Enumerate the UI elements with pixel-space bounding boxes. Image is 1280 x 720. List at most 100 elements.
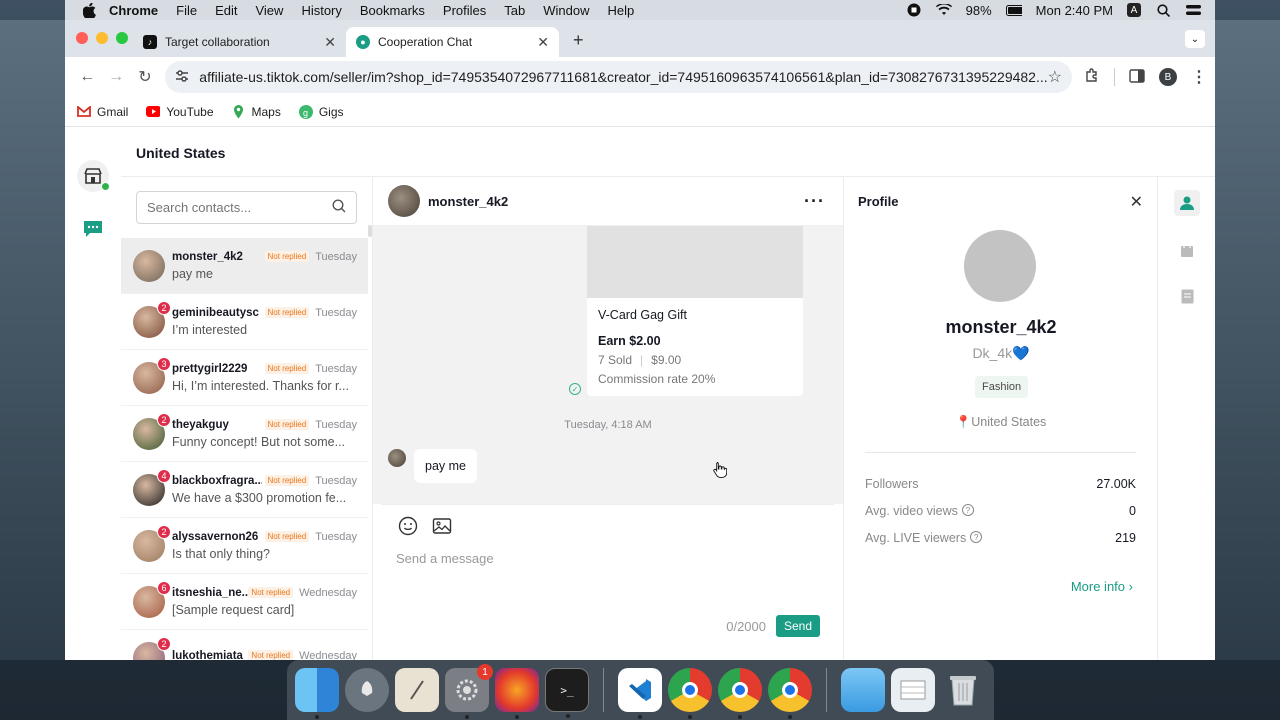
chrome-icon[interactable] [668,668,712,719]
menu-edit[interactable]: Edit [215,3,237,18]
close-profile-icon[interactable]: ✕ [1130,192,1143,212]
minimize-window-button[interactable] [96,32,108,44]
firefox-icon[interactable] [495,668,539,719]
contact-list: monster_4k2 Not replied Tuesday pay me 2 gemi… [121,238,368,660]
composer-toolbar [381,505,834,539]
running-indicator [738,715,742,719]
search-input[interactable] [147,200,332,215]
trash-icon[interactable] [941,668,985,712]
help-icon[interactable]: ? [970,531,983,543]
menu-clock[interactable]: Mon 2:40 PM [1036,3,1113,18]
wifi-icon[interactable] [935,3,952,17]
system-settings-icon[interactable]: 1 [445,664,493,719]
menu-app-name[interactable]: Chrome [109,3,158,18]
bookmark-gmail[interactable]: Gmail [77,105,128,119]
address-bar[interactable]: affiliate-us.tiktok.com/seller/im?shop_i… [165,61,1072,93]
contact-item[interactable]: 6 itsneshia_ne... Not replied Wednesday [Sam… [121,574,368,630]
search-icon[interactable] [332,199,346,216]
zoom-window-button[interactable] [116,32,128,44]
chrome-menu-icon[interactable]: ⋮ [1191,67,1207,87]
side-panel-icon[interactable] [1129,68,1145,86]
more-options-icon[interactable]: ··· [804,191,825,212]
product-card[interactable]: V-Card Gag Gift Earn $2.00 7 Sold | $9.00 … [587,226,803,396]
textedit-icon[interactable] [395,668,439,712]
extensions-icon[interactable] [1084,67,1100,87]
help-icon[interactable]: ? [961,504,974,516]
reload-icon[interactable]: ↻ [131,62,160,92]
contact-item[interactable]: 2 lukothemiata Not replied Wednesday [121,630,368,660]
tab-cooperation-chat[interactable]: ● Cooperation Chat ✕ [346,27,559,57]
screenshots-stack-icon[interactable] [891,668,935,712]
messages-nav-icon[interactable] [77,212,109,244]
contact-item[interactable]: 2 geminibeautysc Not replied Tuesday I’m int… [121,294,368,350]
tab-target-collaboration[interactable]: ♪ Target collaboration ✕ [133,27,346,57]
contact-body: lukothemiata Not replied Wednesday [172,650,357,660]
chrome-profile-icon[interactable] [768,668,812,719]
contact-row: theyakguy Not replied Tuesday [172,419,357,431]
contact-item[interactable]: 2 alyssavernon26 Not replied Tuesday Is that… [121,518,368,574]
stat-label: Avg. video views [865,504,958,518]
contact-body: geminibeautysc Not replied Tuesday I’m inte… [172,307,357,337]
search-box[interactable] [136,191,357,224]
send-button[interactable]: Send [775,615,820,637]
menu-file[interactable]: File [176,3,197,18]
message-bubble: pay me [414,449,477,483]
contact-day: Wednesday [299,586,357,599]
contact-avatar: 2 [133,524,171,562]
menu-history[interactable]: History [301,3,341,18]
message-input[interactable]: Send a message [396,551,834,566]
contact-day: Tuesday [315,474,357,487]
image-upload-icon[interactable] [432,516,452,539]
contact-item[interactable]: 4 blackboxfragra... Not replied Tuesday We h… [121,462,368,518]
vscode-icon[interactable] [618,668,662,719]
close-tab-icon[interactable]: ✕ [537,34,549,51]
spotlight-search-icon[interactable] [1155,3,1171,17]
bookmark-gigs[interactable]: g Gigs [298,104,344,119]
launchpad-icon[interactable] [345,668,389,712]
close-window-button[interactable] [76,32,88,44]
menu-bar: Chrome File Edit View History Bookmarks … [65,0,1215,20]
profile-avatar[interactable]: B [1158,68,1177,86]
site-info-icon[interactable] [175,69,189,85]
forward-icon[interactable]: → [102,62,131,92]
contact-item[interactable]: monster_4k2 Not replied Tuesday pay me [121,238,368,294]
menu-bookmarks[interactable]: Bookmarks [360,3,425,18]
control-center-icon[interactable] [1185,3,1201,17]
notes-icon[interactable] [1174,283,1200,309]
chat-avatar[interactable] [388,185,420,217]
bookmark-star-icon[interactable]: ☆ [1048,67,1062,87]
bookmark-maps[interactable]: Maps [232,104,281,119]
shop-icon[interactable] [77,160,110,192]
finder-icon[interactable] [295,668,339,719]
menu-profiles[interactable]: Profiles [443,3,486,18]
chat-username[interactable]: monster_4k2 [428,194,508,209]
contact-last-message: Is that only thing? [172,546,270,561]
contact-avatar: 4 [133,468,171,506]
new-tab-icon[interactable]: + [573,30,584,51]
apple-menu-icon[interactable] [83,2,97,18]
creator-profile-icon[interactable] [1174,190,1200,216]
menu-view[interactable]: View [255,3,283,18]
menu-window[interactable]: Window [543,3,589,18]
contact-item[interactable]: 2 theyakguy Not replied Tuesday Funny concep… [121,406,368,462]
emoji-icon[interactable] [398,516,418,539]
contact-name: monster_4k2 [172,250,243,263]
battery-icon[interactable] [1005,3,1022,17]
bookmark-youtube[interactable]: YouTube [146,105,214,119]
back-icon[interactable]: ← [73,62,102,92]
menu-help[interactable]: Help [608,3,635,18]
shopping-bag-icon[interactable] [1174,237,1200,263]
chrome-canary-icon[interactable] [718,668,762,719]
more-info-link[interactable]: More info › [1071,579,1133,594]
menu-tab[interactable]: Tab [504,3,525,18]
contact-list-scrollbar[interactable] [368,225,372,237]
record-icon[interactable] [906,3,922,17]
running-indicator [638,715,642,719]
input-source-icon[interactable]: A [1127,3,1141,17]
terminal-icon[interactable]: >_ [545,668,589,718]
tab-search-chevron-icon[interactable]: ⌄ [1185,30,1205,48]
downloads-folder-icon[interactable] [841,668,885,712]
contact-item[interactable]: 3 prettygirl2229 Not replied Tuesday Hi, I’m… [121,350,368,406]
tiktok-favicon-icon: ♪ [143,35,157,49]
close-tab-icon[interactable]: ✕ [324,34,336,51]
